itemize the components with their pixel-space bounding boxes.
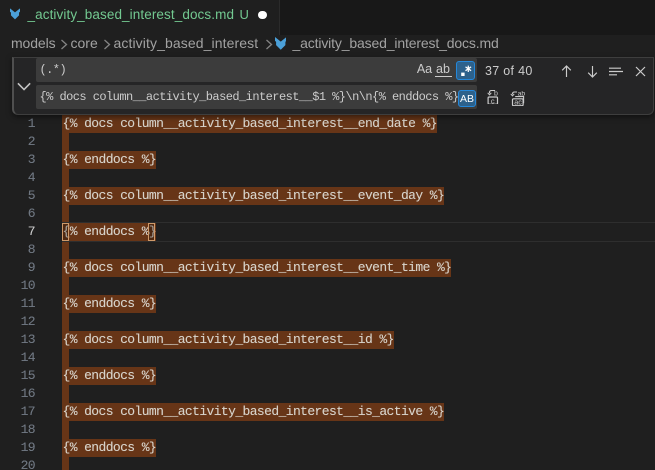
svg-text:c: c xyxy=(490,96,494,104)
svg-text:ac: ac xyxy=(514,98,522,106)
svg-text:ab: ab xyxy=(518,91,526,98)
